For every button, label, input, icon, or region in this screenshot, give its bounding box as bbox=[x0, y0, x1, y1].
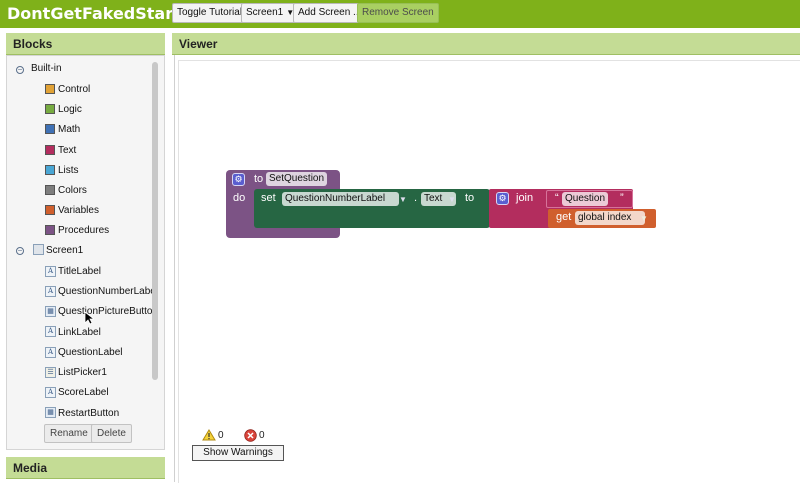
colors-block-icon bbox=[45, 185, 55, 195]
warning-count: 0 bbox=[218, 430, 224, 441]
top-bar: DontGetFakedStarter Toggle Tutorial Scre… bbox=[0, 0, 800, 28]
drawer-logic[interactable]: Logic bbox=[58, 101, 82, 119]
get-label: get bbox=[556, 211, 572, 223]
drawer-control[interactable]: Control bbox=[58, 81, 90, 99]
mutator-gear-icon[interactable]: ⚙ bbox=[232, 173, 245, 186]
warning-icon bbox=[202, 429, 216, 441]
app-title: DontGetFakedStarter bbox=[7, 4, 200, 23]
label-icon: A bbox=[45, 286, 56, 297]
text-block-icon bbox=[45, 145, 55, 155]
screen-select-dropdown[interactable]: Screen1 ▼ bbox=[241, 3, 300, 23]
component-questionlabel[interactable]: QuestionLabel bbox=[58, 344, 123, 362]
drawer-text[interactable]: Text bbox=[58, 142, 76, 160]
drawer-variables[interactable]: Variables bbox=[58, 202, 99, 220]
delete-button[interactable]: Delete bbox=[91, 424, 132, 443]
math-block-icon bbox=[45, 124, 55, 134]
property-dropdown-arrow-icon: ▼ bbox=[448, 195, 456, 204]
procedures-block-icon bbox=[45, 225, 55, 235]
remove-screen-button[interactable]: Remove Screen bbox=[357, 3, 439, 23]
dot-label: . bbox=[414, 192, 418, 204]
join-mutator-gear-icon[interactable]: ⚙ bbox=[496, 192, 509, 205]
blocks-canvas[interactable] bbox=[178, 60, 800, 483]
drawer-procedures[interactable]: Procedures bbox=[58, 222, 109, 240]
viewer-panel-header: Viewer bbox=[172, 33, 800, 55]
error-count: 0 bbox=[259, 430, 265, 441]
blocks-tree: − Built-in Control Logic Math Text Lists… bbox=[7, 56, 153, 423]
close-quote-label: ” bbox=[620, 192, 624, 204]
collapse-builtin-icon[interactable]: − bbox=[16, 66, 24, 74]
drawer-lists[interactable]: Lists bbox=[58, 162, 79, 180]
component-restartbutton[interactable]: RestartButton bbox=[58, 405, 119, 423]
to-label: to bbox=[465, 192, 475, 204]
toggle-tutorial-button[interactable]: Toggle Tutorial bbox=[172, 3, 248, 23]
add-screen-button[interactable]: Add Screen ... bbox=[293, 3, 367, 23]
label-icon: A bbox=[45, 326, 56, 337]
blocks-tree-scrollbar[interactable] bbox=[152, 62, 158, 380]
screen-icon bbox=[33, 244, 44, 255]
procedure-to-label: to bbox=[254, 173, 264, 185]
tree-builtin[interactable]: Built-in bbox=[31, 60, 62, 78]
button-icon: ▦ bbox=[45, 407, 56, 418]
drawer-colors[interactable]: Colors bbox=[58, 182, 87, 200]
component-dropdown[interactable]: QuestionNumberLabel bbox=[282, 192, 400, 206]
lists-block-icon bbox=[45, 165, 55, 175]
component-questionpicturebutton[interactable]: QuestionPictureButton bbox=[58, 303, 153, 321]
property-dropdown-label: Text bbox=[424, 193, 443, 204]
blocks-panel: − Built-in Control Logic Math Text Lists… bbox=[6, 55, 165, 450]
tree-screen1[interactable]: Screen1 bbox=[46, 242, 83, 260]
collapse-screen1-icon[interactable]: − bbox=[16, 247, 24, 255]
blocks-panel-header: Blocks bbox=[6, 33, 165, 55]
join-label: join bbox=[516, 192, 534, 204]
variable-dropdown-arrow-icon: ▼ bbox=[640, 214, 648, 223]
label-icon: A bbox=[45, 266, 56, 277]
media-panel-header: Media bbox=[6, 457, 165, 479]
mouse-cursor-icon bbox=[84, 311, 94, 325]
component-titlelabel[interactable]: TitleLabel bbox=[58, 263, 101, 281]
procedure-name-field[interactable]: SetQuestion bbox=[266, 172, 328, 186]
component-dropdown-label: QuestionNumberLabel bbox=[285, 193, 386, 204]
component-listpicker1[interactable]: ListPicker1 bbox=[58, 364, 107, 382]
control-block-icon bbox=[45, 84, 55, 94]
variable-dropdown[interactable]: global index bbox=[575, 211, 646, 225]
screen-select-label: Screen1 bbox=[246, 7, 284, 18]
error-icon bbox=[244, 429, 257, 442]
logic-block-icon bbox=[45, 104, 55, 114]
procedure-do-label: do bbox=[233, 192, 246, 204]
component-linklabel[interactable]: LinkLabel bbox=[58, 324, 101, 342]
label-icon: A bbox=[45, 387, 56, 398]
set-label: set bbox=[261, 192, 276, 204]
show-warnings-button[interactable]: Show Warnings bbox=[192, 445, 284, 461]
listpicker-icon: ☰ bbox=[45, 367, 56, 378]
variable-dropdown-label: global index bbox=[578, 212, 632, 223]
drawer-math[interactable]: Math bbox=[58, 121, 80, 139]
variables-block-icon bbox=[45, 205, 55, 215]
string-value-field[interactable]: Question bbox=[562, 192, 609, 206]
component-questionnumberlabel[interactable]: QuestionNumberLabel bbox=[58, 283, 153, 301]
component-dropdown-arrow-icon: ▼ bbox=[399, 195, 407, 204]
rename-button[interactable]: Rename bbox=[44, 424, 94, 443]
button-icon: ▦ bbox=[45, 306, 56, 317]
open-quote-label: “ bbox=[555, 192, 559, 204]
label-icon: A bbox=[45, 347, 56, 358]
component-scorelabel[interactable]: ScoreLabel bbox=[58, 384, 109, 402]
